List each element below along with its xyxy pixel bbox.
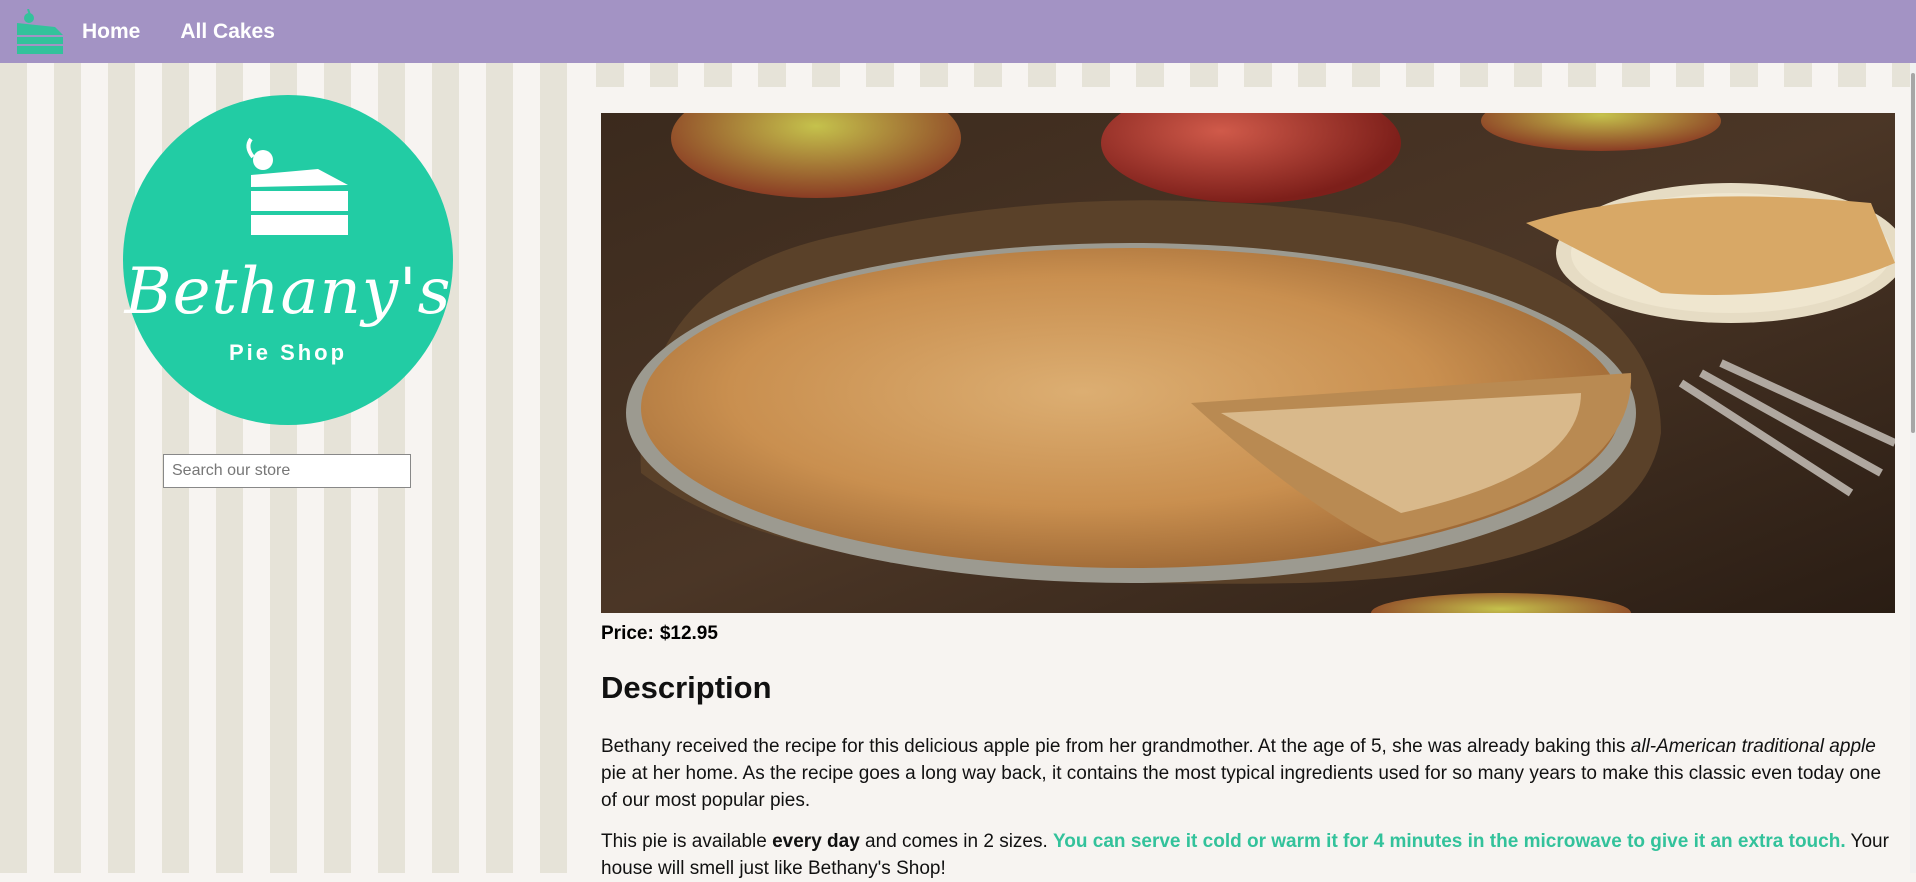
description-heading: Description (601, 670, 772, 705)
paragraph-2-highlight: You can serve it cold or warm it for 4 m… (1053, 831, 1846, 852)
paragraph-1-text-a: Bethany received the recipe for this del… (601, 736, 1631, 757)
decorative-stripe-band (570, 63, 1916, 87)
top-navigation-bar: Home All Cakes (0, 0, 1916, 63)
product-price: Price: $12.95 (601, 623, 718, 645)
search-input[interactable] (163, 454, 411, 488)
paragraph-2-bold: every day (772, 831, 860, 852)
paragraph-2-text-b: and comes in 2 sizes. (859, 831, 1054, 852)
scrollbar-thumb[interactable] (1911, 73, 1915, 433)
shop-logo[interactable]: Bethany's Pie Shop (123, 95, 453, 425)
description-paragraph-2: This pie is available every day and come… (601, 828, 1901, 882)
logo-subtitle: Pie Shop (228, 340, 348, 365)
paragraph-2-text-a: This pie is available (601, 831, 773, 852)
paragraph-1-text-b: pie at her home. As the recipe goes a lo… (601, 763, 1882, 811)
logo-title: Bethany's (124, 255, 452, 329)
paragraph-1-italic: all-American traditional apple (1630, 736, 1876, 757)
product-content: Price: $12.95 Description Bethany receive… (570, 63, 1916, 879)
cake-icon[interactable] (10, 7, 70, 57)
nav-home-link[interactable]: Home (82, 20, 140, 44)
description-paragraph-1: Bethany received the recipe for this del… (601, 733, 1901, 814)
nav-all-cakes-link[interactable]: All Cakes (180, 20, 275, 44)
vertical-scrollbar[interactable] (1910, 63, 1916, 873)
price-value: $12.95 (659, 623, 718, 644)
cake-slice-icon (246, 137, 348, 235)
price-label: Price: (601, 623, 654, 644)
product-image (601, 113, 1895, 613)
